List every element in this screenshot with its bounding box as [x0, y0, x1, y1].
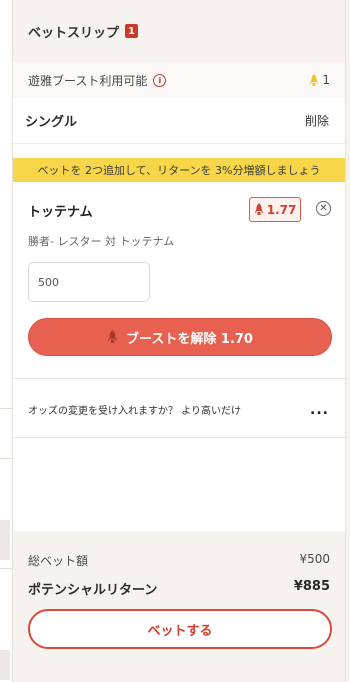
market-description: 勝者- レスター 対 トッテナム: [28, 235, 175, 248]
remove-boost-button[interactable]: ブーストを解除 1.70: [28, 318, 332, 356]
boost-available-count: 1: [309, 73, 330, 87]
delete-button[interactable]: 削除: [305, 112, 329, 129]
section-divider: [13, 378, 345, 379]
info-icon[interactable]: i: [153, 73, 167, 87]
background-block: [0, 520, 10, 560]
place-bet-button[interactable]: ベットする: [28, 609, 332, 649]
potential-return-label: ポテンシャルリターン: [28, 583, 158, 598]
close-icon: ✕: [319, 202, 328, 214]
place-bet-label: ベットする: [147, 623, 213, 639]
bet-slip-header[interactable]: ベットスリップ 1: [13, 0, 345, 62]
boost-count-value: 1: [322, 73, 330, 87]
rocket-icon: [309, 73, 319, 86]
total-stake-value: ¥500: [299, 552, 330, 566]
single-bet-row: シングル 削除: [13, 98, 345, 144]
stake-input[interactable]: 500: [28, 262, 150, 302]
more-icon[interactable]: ...: [310, 402, 329, 418]
single-label: シングル: [25, 115, 78, 130]
boost-availability-label: 遊雅ブースト利用可能: [28, 73, 148, 88]
bet-slip-panel: ベットスリップ 1 遊雅ブースト利用可能 i 1 シングル 削除 ベットを 2つ…: [12, 0, 346, 682]
remove-boost-label: ブーストを解除 1.70: [126, 331, 253, 347]
rocket-icon: [254, 203, 264, 215]
background-block: [0, 650, 10, 680]
boost-availability-row: 遊雅ブースト利用可能 i 1: [13, 62, 345, 98]
selection-name: トッテナム: [28, 205, 93, 220]
total-stake-label: 総ベット額: [28, 554, 89, 568]
boosted-odds-badge: 1.77: [249, 197, 301, 222]
bet-slip-title: ベットスリップ: [28, 25, 120, 41]
bet-count-badge: 1: [125, 24, 139, 38]
promo-text: ベットを 2つ追加して、リターンを 3%分増額しましょう: [37, 164, 321, 177]
remove-selection-button[interactable]: ✕: [316, 201, 331, 216]
section-divider: [13, 437, 345, 438]
rocket-icon: [107, 330, 118, 343]
odds-change-setting: オッズの変更を受け入れますか？ より高いだけ: [28, 406, 241, 417]
stake-value: 500: [38, 275, 59, 289]
promo-banner: ベットを 2つ追加して、リターンを 3%分増額しましょう: [13, 158, 345, 182]
odds-value: 1.77: [266, 202, 297, 217]
potential-return-value: ¥885: [293, 579, 330, 594]
bet-slip-footer: 総ベット額 ¥500 ポテンシャルリターン ¥885 ベットする: [13, 531, 345, 682]
